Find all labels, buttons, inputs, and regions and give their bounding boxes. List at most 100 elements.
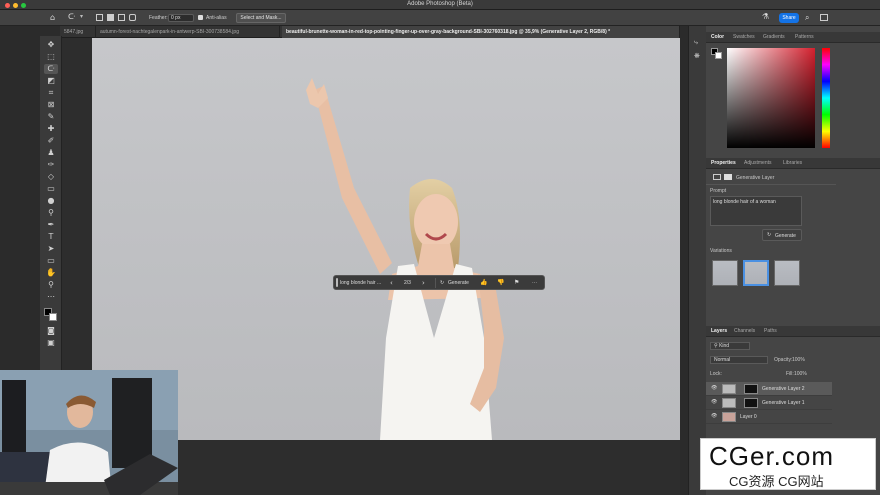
tab-gradients[interactable]: Gradients [763,32,785,43]
variation-thumbnail-1[interactable] [712,260,738,286]
fill-input[interactable]: 100% [794,371,807,377]
mask-icon [724,174,732,180]
eye-icon[interactable]: 👁 [711,413,717,419]
prompt-label: Prompt [710,188,727,194]
type-tool-icon[interactable]: T [44,232,58,242]
properties-generate-button[interactable]: ↻ Generate [762,229,802,241]
layer-thumbnail [722,398,736,408]
new-selection-icon[interactable] [96,14,103,21]
options-bar: ⌂ ᑢ ▾ Feather: 0 px Anti-alias Select an… [0,10,880,26]
pen-tool-icon[interactable]: ✒ [44,220,58,230]
gradient-tool-icon[interactable]: ▭ [44,184,58,194]
drag-handle[interactable] [336,278,338,287]
hue-slider[interactable] [822,48,830,148]
flag-icon[interactable]: ⚑ [514,279,519,287]
select-and-mask-button[interactable]: Select and Mask... [236,13,286,23]
variation-thumbnail-3[interactable] [774,260,800,286]
opacity-input[interactable]: 100% [792,357,805,363]
lasso-tool-icon[interactable]: ᑢ [44,64,58,74]
history-panel-icon[interactable]: ⤷ [694,38,698,47]
path-select-tool-icon[interactable]: ➤ [44,244,58,254]
layer-kind-label: Kind [719,343,730,349]
frame-tool-icon[interactable]: ⊠ [44,100,58,110]
thumbs-up-icon[interactable]: 👍 [480,279,487,287]
layer-kind-filter[interactable]: ⚲ Kind [710,342,750,350]
prompt-textarea[interactable]: long blonde hair of a woman [710,196,802,226]
layer-row[interactable]: 👁 Layer 0 [706,410,832,424]
antialias-checkbox[interactable] [198,15,203,20]
eraser-tool-icon[interactable]: ◇ [44,172,58,182]
tab-paths[interactable]: Paths [764,326,777,337]
healing-brush-tool-icon[interactable]: ✚ [44,124,58,134]
thumbs-down-icon[interactable]: 👎 [497,279,504,287]
subtract-selection-icon[interactable] [118,14,125,21]
history-brush-tool-icon[interactable]: ✑ [44,160,58,170]
eyedropper-tool-icon[interactable]: ✎ [44,112,58,122]
ctx-prompt-input[interactable]: long blonde hair ... [340,279,386,287]
object-select-tool-icon[interactable]: ◩ [44,76,58,86]
search-icon[interactable]: ⌕ [805,13,809,23]
tab-layers[interactable]: Layers [711,326,727,337]
layer-row[interactable]: 👁 Generative Layer 1 [706,396,832,410]
screen-mode-icon[interactable]: ▣ [44,338,58,348]
tab-adjustments[interactable]: Adjustments [744,158,772,169]
lasso-tool-preset-icon[interactable]: ᑢ [68,12,75,21]
dodge-tool-icon[interactable]: ⚲ [44,208,58,218]
document-tabs: 5847.jpg autumn-forest-nachtegalenpark-i… [60,26,680,38]
layer-thumbnail [722,412,736,422]
more-tools-icon[interactable]: ⋯ [44,292,58,302]
tab-channels[interactable]: Channels [734,326,755,337]
layer-name: Generative Layer 2 [762,386,805,392]
tab-document-2[interactable]: autumn-forest-nachtegalenpark-in-antwerp… [96,26,280,38]
layer-thumbnail [722,384,736,394]
marquee-tool-icon[interactable]: ⬚ [44,52,58,62]
move-tool-icon[interactable]: ✥ [44,40,58,50]
brushes-panel-icon[interactable]: ❋ [694,52,700,60]
intersect-selection-icon[interactable] [129,14,136,21]
layer-type-label: Generative Layer [736,175,775,181]
quick-mask-icon[interactable]: ◙ [44,326,58,336]
workspace-icon[interactable] [820,14,828,21]
brush-tool-icon[interactable]: ✐ [44,136,58,146]
layer-mask-thumbnail [744,384,758,394]
tab-document-active[interactable]: beautiful-brunette-woman-in-red-top-poin… [282,26,680,38]
rectangle-tool-icon[interactable]: ▭ [44,256,58,266]
ctx-generate-label: Generate [448,280,469,286]
tab-color[interactable]: Color [711,32,724,43]
eye-icon[interactable]: 👁 [711,399,717,405]
more-options-button[interactable]: ··· [532,279,537,287]
crop-tool-icon[interactable]: ⌗ [44,88,58,98]
variation-thumbnail-2[interactable] [743,260,769,286]
zoom-tool-icon[interactable]: ⚲ [44,280,58,290]
blend-mode-select[interactable]: Normal [710,356,768,364]
search-icon: ⚲ [714,343,718,349]
color-field[interactable] [727,48,815,148]
tab-properties[interactable]: Properties [711,158,736,169]
previous-variation-icon[interactable]: ‹ [390,279,393,287]
add-selection-icon[interactable] [107,14,114,21]
blur-tool-icon[interactable]: ● [44,196,58,206]
document-canvas[interactable] [92,38,680,440]
layer-row[interactable]: 👁 Generative Layer 2 [706,382,832,396]
next-variation-icon[interactable]: › [422,279,425,287]
chevron-down-icon[interactable]: ▾ [80,13,83,20]
eye-icon[interactable]: 👁 [711,385,717,391]
share-button[interactable]: Share [779,13,799,23]
feather-input[interactable]: 0 px [168,14,194,22]
hand-tool-icon[interactable]: ✋ [44,268,58,278]
color-background-swatch[interactable] [715,52,722,59]
tab-swatches[interactable]: Swatches [733,32,755,43]
tab-document-1[interactable]: 5847.jpg [60,26,96,38]
beaker-icon[interactable]: ⚗ [762,12,769,21]
lock-label: Lock: [710,371,722,377]
tab-libraries[interactable]: Libraries [783,158,802,169]
fill-label: Fill: [786,371,794,377]
tab-patterns[interactable]: Patterns [795,32,814,43]
divider [706,184,836,185]
background-color-swatch[interactable] [49,313,57,321]
clone-stamp-tool-icon[interactable]: ♟ [44,148,58,158]
canvas-image [92,38,680,440]
properties-generate-label: Generate [775,233,796,239]
ctx-generate-button[interactable]: ↻ Generate [435,278,473,288]
home-icon[interactable]: ⌂ [50,13,55,22]
